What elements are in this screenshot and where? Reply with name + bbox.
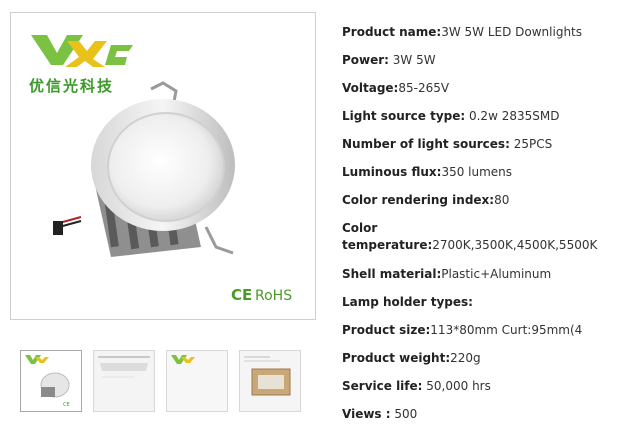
spec-label: Number of light sources: (342, 137, 510, 151)
spec-value: 80 (494, 193, 510, 207)
downlight-photo (53, 81, 235, 257)
thumbnail-4[interactable] (239, 350, 301, 412)
spec-value: 220g (450, 351, 481, 365)
spec-value: 0.2w 2835SMD (465, 109, 560, 123)
spec-value: 500 (390, 407, 418, 421)
spec-label: Product size: (342, 323, 431, 337)
spec-lamp-holder-types: Lamp holder types: (342, 294, 473, 311)
svg-text:CE: CE (63, 402, 70, 408)
spec-label: Light source type: (342, 109, 466, 123)
thumbnail-3[interactable] (166, 350, 228, 412)
spec-power: Power: 3W 5W (342, 52, 436, 69)
spec-luminous-flux: Luminous flux:350 lumens (342, 164, 512, 181)
thumbnail-2[interactable] (93, 350, 155, 412)
spec-label: Product name: (342, 25, 442, 39)
main-product-image[interactable]: 优信光科技 CE RoHS (10, 12, 316, 320)
spec-label: Color rendering index: (342, 193, 495, 207)
thumbnail-4-image (240, 351, 300, 411)
spec-label: Shell material: (342, 267, 442, 281)
spec-label: Voltage: (342, 81, 399, 95)
spec-value: 3W 5W (388, 53, 436, 67)
spec-shell-material: Shell material:Plastic+Aluminum (342, 266, 551, 283)
spec-label: Product weight: (342, 351, 451, 365)
spec-label: Luminous flux: (342, 165, 442, 179)
spec-value: 3W 5W LED Downlights (441, 25, 583, 39)
spec-value: 85-265V (398, 81, 450, 95)
spec-voltage: Voltage:85-265V (342, 80, 449, 97)
spec-label: Views : (342, 407, 391, 421)
spec-label: Service life: (342, 379, 423, 393)
ce-mark: CE (231, 286, 252, 304)
rohs-mark: RoHS (255, 288, 292, 304)
spec-product-name: Product name:3W 5W LED Downlights (342, 24, 582, 41)
spec-value: 50,000 hrs (422, 379, 491, 393)
spec-label: temperature: (342, 238, 433, 252)
spec-color-rendering-index: Color rendering index:80 (342, 192, 509, 209)
spec-product-size: Product size:113*80mm Curt:95mm(4 (342, 322, 582, 339)
thumbnail-1[interactable]: CE (20, 350, 82, 412)
certification-logos: CE RoHS (231, 283, 301, 309)
spec-color-temperature: Color temperature:2700K,3500K,4500K,5500K (342, 220, 597, 254)
thumbnail-3-image (167, 351, 227, 411)
spec-value: 350 lumens (441, 165, 513, 179)
spec-product-weight: Product weight:220g (342, 350, 481, 367)
spec-value: 113*80mm Curt:95mm(4 (430, 323, 583, 337)
thumbnail-1-image: CE (25, 355, 70, 408)
spec-label: Power: (342, 53, 389, 67)
spec-number-light-sources: Number of light sources: 25PCS (342, 136, 552, 153)
spec-light-source-type: Light source type: 0.2w 2835SMD (342, 108, 559, 125)
spec-value: 25PCS (509, 137, 553, 151)
thumbnail-2-image (94, 351, 154, 411)
spec-views: Views : 500 (342, 406, 417, 423)
spec-value: 2700K,3500K,4500K,5500K (432, 238, 598, 252)
spec-value: Plastic+Aluminum (441, 267, 552, 281)
spec-label: Color (342, 221, 378, 235)
spec-label: Lamp holder types: (342, 295, 473, 309)
spec-service-life: Service life: 50,000 hrs (342, 378, 491, 395)
